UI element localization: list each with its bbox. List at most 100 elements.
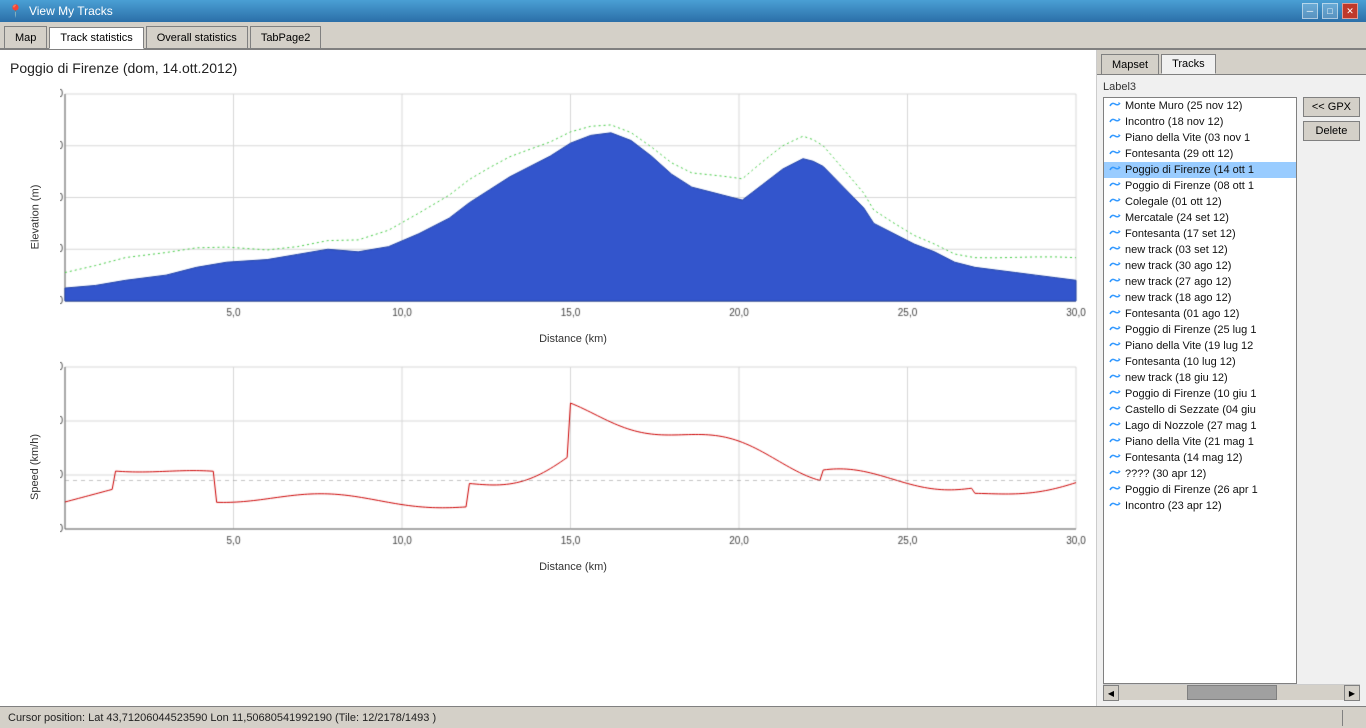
track-list-item[interactable]: Mercatale (24 set 12)	[1104, 210, 1296, 226]
track-list-item[interactable]: Colegale (01 ott 12)	[1104, 194, 1296, 210]
elevation-canvas	[60, 84, 1086, 331]
track-list-item-label: Incontro (23 apr 12)	[1125, 500, 1222, 512]
elevation-chart-container: Elevation (m) Distance (km)	[10, 84, 1086, 349]
window-title: View My Tracks	[29, 4, 113, 18]
right-buttons: << GPX Delete	[1301, 97, 1360, 684]
elevation-x-label: Distance (km)	[60, 333, 1086, 345]
track-icon	[1108, 196, 1122, 208]
track-list-item[interactable]: Fontesanta (17 set 12)	[1104, 226, 1296, 242]
track-list-item[interactable]: Poggio di Firenze (14 ott 1	[1104, 162, 1296, 178]
title-bar: 📍 View My Tracks ─ □ ✕	[0, 0, 1366, 22]
elevation-chart-area: Distance (km)	[60, 84, 1086, 349]
track-list-item[interactable]: Fontesanta (10 lug 12)	[1104, 354, 1296, 370]
track-list-item[interactable]: new track (03 set 12)	[1104, 242, 1296, 258]
gpx-button[interactable]: << GPX	[1303, 97, 1360, 117]
track-list-item-label: Piano della Vite (21 mag 1	[1125, 436, 1254, 448]
track-list-item[interactable]: ???? (30 apr 12)	[1104, 466, 1296, 482]
track-list-item[interactable]: new track (30 ago 12)	[1104, 258, 1296, 274]
app-icon: 📍	[8, 4, 23, 18]
delete-button[interactable]: Delete	[1303, 121, 1360, 141]
track-icon	[1108, 500, 1122, 512]
track-list-item-label: Lago di Nozzole (27 mag 1	[1125, 420, 1256, 432]
track-icon	[1108, 308, 1122, 320]
track-list-item-label: Fontesanta (14 mag 12)	[1125, 452, 1242, 464]
track-list-item[interactable]: Lago di Nozzole (27 mag 1	[1104, 418, 1296, 434]
status-grip	[1342, 710, 1358, 726]
h-scroll-left-button[interactable]: ◀	[1103, 685, 1119, 701]
track-icon	[1108, 180, 1122, 192]
track-list-item-label: new track (30 ago 12)	[1125, 260, 1231, 272]
track-icon	[1108, 276, 1122, 288]
track-list-item[interactable]: Poggio di Firenze (08 ott 1	[1104, 178, 1296, 194]
track-list-item[interactable]: Piano della Vite (21 mag 1	[1104, 434, 1296, 450]
status-bar: Cursor position: Lat 43,71206044523590 L…	[0, 706, 1366, 728]
track-list-item-label: Poggio di Firenze (08 ott 1	[1125, 180, 1254, 192]
track-icon	[1108, 100, 1122, 112]
track-list-item[interactable]: Piano della Vite (03 nov 1	[1104, 130, 1296, 146]
track-list-item-label: Poggio di Firenze (26 apr 1	[1125, 484, 1258, 496]
track-list-item[interactable]: Fontesanta (14 mag 12)	[1104, 450, 1296, 466]
track-list-item[interactable]: Poggio di Firenze (26 apr 1	[1104, 482, 1296, 498]
track-list-item-label: new track (03 set 12)	[1125, 244, 1228, 256]
label3: Label3	[1103, 81, 1360, 93]
h-scroll-track[interactable]	[1119, 685, 1344, 700]
track-icon	[1108, 148, 1122, 160]
track-list-item-label: Fontesanta (17 set 12)	[1125, 228, 1236, 240]
track-list-item-label: Fontesanta (10 lug 12)	[1125, 356, 1236, 368]
track-list-item-label: Fontesanta (01 ago 12)	[1125, 308, 1239, 320]
h-scroll-right-button[interactable]: ▶	[1344, 685, 1360, 701]
speed-x-label: Distance (km)	[60, 561, 1086, 573]
speed-y-label: Speed (km/h)	[29, 434, 41, 500]
speed-chart-area: Distance (km)	[60, 357, 1086, 577]
track-list-item[interactable]: new track (18 ago 12)	[1104, 290, 1296, 306]
track-list-item-label: Incontro (18 nov 12)	[1125, 116, 1223, 128]
tab-overall-statistics[interactable]: Overall statistics	[146, 26, 248, 48]
tracks-list[interactable]: Monte Muro (25 nov 12) Incontro (18 nov …	[1103, 97, 1297, 684]
h-scroll-thumb[interactable]	[1187, 685, 1277, 700]
track-list-item-label: new track (27 ago 12)	[1125, 276, 1231, 288]
tab-track-statistics[interactable]: Track statistics	[49, 27, 143, 49]
track-list-item[interactable]: Incontro (18 nov 12)	[1104, 114, 1296, 130]
track-icon	[1108, 260, 1122, 272]
track-icon	[1108, 116, 1122, 128]
minimize-button[interactable]: ─	[1302, 3, 1318, 19]
track-list-item[interactable]: Fontesanta (29 ott 12)	[1104, 146, 1296, 162]
track-icon	[1108, 484, 1122, 496]
track-icon	[1108, 468, 1122, 480]
right-tab-mapset[interactable]: Mapset	[1101, 54, 1159, 74]
track-icon	[1108, 452, 1122, 464]
track-icon	[1108, 164, 1122, 176]
tracks-list-container: Monte Muro (25 nov 12) Incontro (18 nov …	[1103, 97, 1360, 684]
close-button[interactable]: ✕	[1342, 3, 1358, 19]
track-list-item[interactable]: Poggio di Firenze (10 giu 1	[1104, 386, 1296, 402]
track-icon	[1108, 340, 1122, 352]
track-list-item[interactable]: Castello di Sezzate (04 giu	[1104, 402, 1296, 418]
track-list-item-label: ???? (30 apr 12)	[1125, 468, 1206, 480]
maximize-button[interactable]: □	[1322, 3, 1338, 19]
right-tab-tracks[interactable]: Tracks	[1161, 54, 1216, 74]
track-icon	[1108, 420, 1122, 432]
track-icon	[1108, 292, 1122, 304]
track-icon	[1108, 228, 1122, 240]
track-list-item[interactable]: new track (27 ago 12)	[1104, 274, 1296, 290]
track-list-item-label: new track (18 giu 12)	[1125, 372, 1228, 384]
cursor-position: Cursor position: Lat 43,71206044523590 L…	[8, 712, 436, 724]
track-icon	[1108, 132, 1122, 144]
h-scrollbar[interactable]: ◀ ▶	[1103, 684, 1360, 700]
elevation-y-label: Elevation (m)	[29, 184, 41, 249]
track-icon	[1108, 404, 1122, 416]
track-list-item[interactable]: new track (18 giu 12)	[1104, 370, 1296, 386]
right-panel-tabs: Mapset Tracks	[1097, 50, 1366, 75]
track-list-item[interactable]: Piano della Vite (19 lug 12	[1104, 338, 1296, 354]
track-list-item-label: Poggio di Firenze (25 lug 1	[1125, 324, 1256, 336]
main-content: Poggio di Firenze (dom, 14.ott.2012) Ele…	[0, 50, 1366, 706]
track-list-item[interactable]: Incontro (23 apr 12)	[1104, 498, 1296, 514]
track-title: Poggio di Firenze (dom, 14.ott.2012)	[10, 60, 1086, 76]
tab-page2[interactable]: TabPage2	[250, 26, 322, 48]
track-list-item[interactable]: Poggio di Firenze (25 lug 1	[1104, 322, 1296, 338]
track-list-item-label: new track (18 ago 12)	[1125, 292, 1231, 304]
track-list-item[interactable]: Fontesanta (01 ago 12)	[1104, 306, 1296, 322]
track-list-item[interactable]: Monte Muro (25 nov 12)	[1104, 98, 1296, 114]
tab-map[interactable]: Map	[4, 26, 47, 48]
track-icon	[1108, 388, 1122, 400]
